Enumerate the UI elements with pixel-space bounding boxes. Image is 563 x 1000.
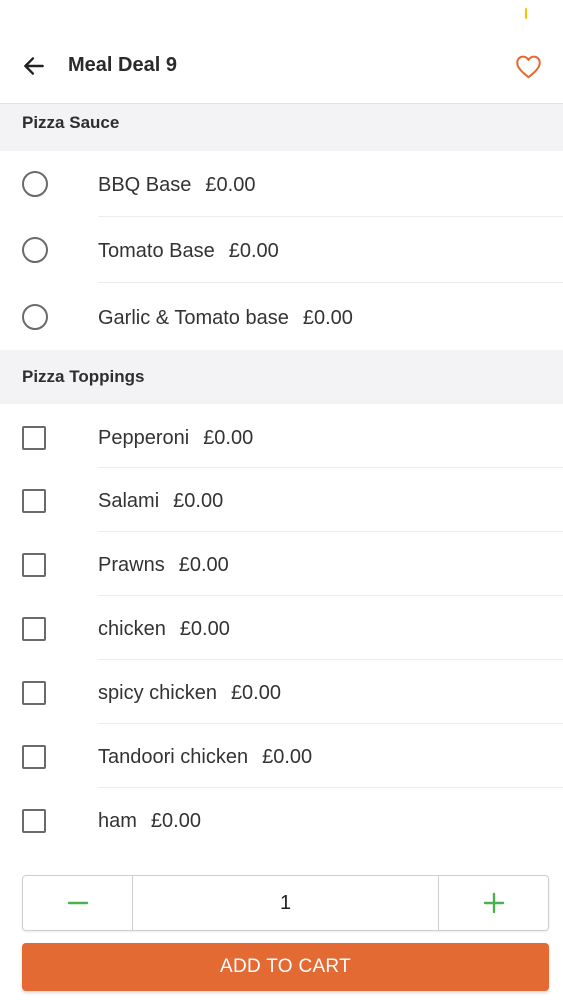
option-price: £0.00 xyxy=(173,490,224,512)
section-title: Pizza Toppings xyxy=(22,367,145,386)
sauce-option-tomato-base[interactable]: Tomato Base £0.00 xyxy=(0,217,563,283)
minus-icon xyxy=(67,901,88,905)
sauce-option-garlic-tomato-base[interactable]: Garlic & Tomato base £0.00 xyxy=(0,284,563,350)
checkbox[interactable] xyxy=(22,745,46,769)
radio-button[interactable] xyxy=(22,171,48,197)
checkbox[interactable] xyxy=(22,553,46,577)
quantity-stepper: 1 xyxy=(22,875,549,931)
increment-button[interactable] xyxy=(439,876,548,930)
topping-option-pepperoni[interactable]: Pepperoni £0.00 xyxy=(0,404,563,468)
favorite-button[interactable] xyxy=(508,46,548,86)
section-header-pizza-toppings: Pizza Toppings xyxy=(0,350,563,404)
option-label: ham xyxy=(98,810,137,832)
back-button[interactable] xyxy=(14,46,54,86)
option-label: Tandoori chicken xyxy=(98,746,249,768)
plus-icon xyxy=(483,892,504,914)
option-price: £0.00 xyxy=(205,174,256,196)
option-price: £0.00 xyxy=(302,307,353,329)
option-price: £0.00 xyxy=(178,554,229,576)
divider xyxy=(98,282,563,283)
checkbox[interactable] xyxy=(22,426,46,450)
status-indicator xyxy=(525,8,527,19)
radio-button[interactable] xyxy=(22,237,48,263)
section-header-pizza-sauce: Pizza Sauce xyxy=(0,104,563,151)
checkbox[interactable] xyxy=(22,809,46,833)
decrement-button[interactable] xyxy=(23,876,132,930)
topping-option-spicy-chicken[interactable]: spicy chicken £0.00 xyxy=(0,660,563,724)
option-label: Salami xyxy=(98,490,160,512)
option-price: £0.00 xyxy=(262,746,313,768)
option-label: Pepperoni xyxy=(98,427,190,449)
checkbox[interactable] xyxy=(22,489,46,513)
option-price: £0.00 xyxy=(228,240,279,262)
option-label: Tomato Base xyxy=(98,240,215,262)
heart-icon xyxy=(515,55,541,78)
option-label: BBQ Base xyxy=(98,174,192,196)
topping-option-ham[interactable]: ham £0.00 xyxy=(0,788,563,852)
app-header: Meal Deal 9 xyxy=(0,28,563,104)
option-price: £0.00 xyxy=(203,427,254,449)
sauce-option-bbq-base[interactable]: BBQ Base £0.00 xyxy=(0,151,563,217)
option-label: Garlic & Tomato base xyxy=(98,307,289,329)
topping-option-chicken[interactable]: chicken £0.00 xyxy=(0,596,563,660)
option-label: Prawns xyxy=(98,554,165,576)
option-price: £0.00 xyxy=(179,618,230,640)
option-price: £0.00 xyxy=(230,682,281,704)
radio-button[interactable] xyxy=(22,304,48,330)
page-title: Meal Deal 9 xyxy=(68,54,177,76)
add-to-cart-button[interactable]: ADD TO CART xyxy=(22,943,549,991)
topping-option-salami[interactable]: Salami £0.00 xyxy=(0,468,563,532)
checkbox[interactable] xyxy=(22,681,46,705)
topping-option-tandoori-chicken[interactable]: Tandoori chicken £0.00 xyxy=(0,724,563,788)
quantity-value[interactable]: 1 xyxy=(132,876,439,930)
topping-option-prawns[interactable]: Prawns £0.00 xyxy=(0,532,563,596)
checkbox[interactable] xyxy=(22,617,46,641)
option-price: £0.00 xyxy=(150,810,201,832)
option-label: spicy chicken xyxy=(98,682,217,704)
section-title: Pizza Sauce xyxy=(22,113,120,132)
back-arrow-icon xyxy=(24,57,44,75)
option-label: chicken xyxy=(98,618,166,640)
